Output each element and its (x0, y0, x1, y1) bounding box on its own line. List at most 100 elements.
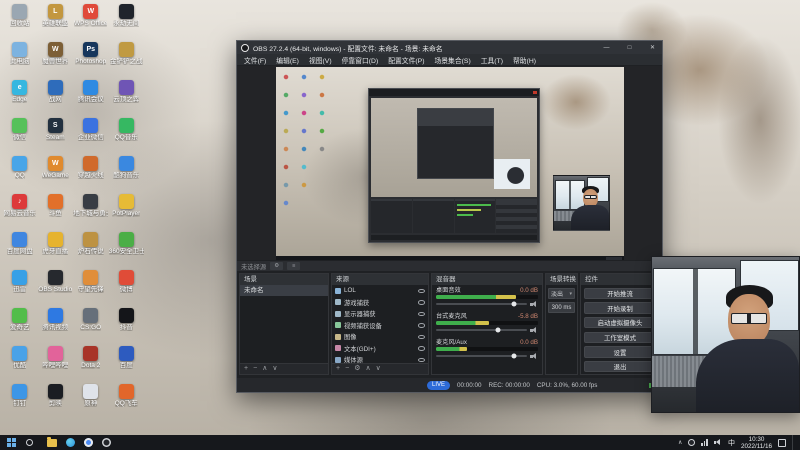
desktop-icon[interactable]: CS:GO (73, 306, 109, 344)
transition-duration[interactable]: 300 ms (548, 302, 575, 313)
search-icon[interactable] (26, 439, 33, 446)
taskbar-clock[interactable]: 10:30 2022/11/16 (741, 436, 772, 450)
desktop-icon[interactable]: 斗鱼 (38, 192, 74, 230)
menu-item[interactable]: 文件(F) (239, 55, 271, 65)
desktop-icon[interactable]: 百度 (109, 344, 145, 382)
desktop-icon[interactable]: QQ (2, 154, 38, 192)
desktop-icon[interactable]: 炉石传说 (73, 230, 109, 268)
start-button[interactable] (7, 438, 16, 447)
desktop-icon[interactable]: 企业微信 (73, 116, 109, 154)
control-button[interactable]: 工作室模式 (584, 331, 656, 344)
desktop-icon[interactable]: 钉钉 (2, 382, 38, 420)
network-icon[interactable] (701, 439, 708, 446)
desktop-icon[interactable]: 永劫无间 (109, 2, 145, 40)
control-button[interactable]: 启动虚拟摄像头 (584, 316, 656, 329)
volume-slider[interactable] (436, 353, 527, 359)
menu-item[interactable]: 帮助(H) (508, 55, 541, 65)
volume-slider[interactable] (436, 327, 527, 333)
sources-toolbar-button[interactable]: − (345, 364, 349, 374)
volume-slider-knob[interactable] (511, 301, 517, 307)
desktop-icon[interactable]: 金铲铲之战 (109, 40, 145, 78)
desktop-icon[interactable]: W WeGame (38, 154, 74, 192)
volume-icon[interactable] (713, 439, 722, 446)
menu-item[interactable]: 配置文件(P) (383, 55, 429, 65)
control-button[interactable]: 开始录制 (584, 302, 656, 314)
control-button[interactable]: 设置 (584, 346, 656, 358)
scene-item[interactable]: 未命名 (240, 285, 328, 296)
visibility-eye-icon[interactable] (418, 288, 425, 293)
source-item[interactable]: LOL (332, 285, 428, 297)
tray-chevron-up-icon[interactable]: ∧ (678, 439, 682, 446)
control-button[interactable]: 退出 (584, 360, 656, 373)
desktop-icon[interactable]: e Edge (2, 78, 38, 116)
preview-webcam-source[interactable] (553, 175, 610, 231)
source-item[interactable]: 媒体源 (332, 354, 428, 363)
desktop-icon[interactable]: 微博 (109, 268, 145, 306)
menu-item[interactable]: 工具(T) (476, 55, 508, 65)
scenes-toolbar-button[interactable]: ∧ (262, 364, 267, 374)
visibility-eye-icon[interactable] (418, 334, 425, 339)
edge-browser-icon[interactable] (66, 438, 75, 447)
desktop-icon[interactable]: 腾讯会议 (73, 78, 109, 116)
control-button[interactable]: 开始推流 (584, 287, 656, 300)
visibility-eye-icon[interactable] (418, 323, 425, 328)
sources-toolbar-button[interactable]: ∨ (376, 364, 381, 374)
show-desktop-button[interactable] (792, 435, 796, 450)
menu-item[interactable]: 编辑(E) (271, 55, 304, 65)
source-item[interactable]: 文本(GDI+) (332, 343, 428, 355)
volume-slider[interactable] (436, 301, 527, 307)
desktop-icon[interactable]: S Steam (38, 116, 74, 154)
desktop-icon[interactable]: OBS Studio (38, 268, 74, 306)
speaker-mute-icon[interactable] (530, 352, 538, 360)
speaker-mute-icon[interactable] (530, 326, 538, 334)
desktop-icon[interactable]: 360安全卫士 (109, 230, 145, 268)
desktop-icon[interactable]: 穿越火线 (73, 154, 109, 192)
desktop-icon[interactable]: 腾讯视频 (38, 306, 74, 344)
source-filters-button[interactable]: ≡ (287, 262, 301, 270)
desktop-icon[interactable]: 原神 (73, 382, 109, 420)
volume-slider-knob[interactable] (495, 327, 501, 333)
desktop-icon[interactable]: 优酷 (2, 344, 38, 382)
obs-titlebar[interactable]: OBS 27.2.4 (64-bit, windows) - 配置文件: 未命名… (237, 41, 662, 54)
desktop-icon[interactable]: L 英雄联盟 (38, 2, 74, 40)
visibility-eye-icon[interactable] (418, 311, 425, 316)
desktop-icon[interactable]: 抖音 (109, 306, 145, 344)
desktop-icon[interactable]: PotPlayer (109, 192, 145, 230)
desktop-icon[interactable]: 此电脑 (2, 40, 38, 78)
desktop-icon[interactable]: W WPS Office (73, 2, 109, 40)
close-button[interactable]: ✕ (643, 41, 662, 54)
source-item[interactable]: 游戏捕获 (332, 297, 428, 309)
source-item[interactable]: 显示器捕获 (332, 308, 428, 320)
desktop-icon[interactable]: 虎牙直播 (38, 230, 74, 268)
visibility-eye-icon[interactable] (418, 346, 425, 351)
menu-item[interactable]: 视图(V) (304, 55, 337, 65)
scenes-toolbar-button[interactable]: − (253, 364, 257, 374)
obs-taskbar-icon[interactable] (102, 438, 111, 447)
desktop-icon[interactable]: 微信 (2, 116, 38, 154)
scenes-toolbar-button[interactable]: ∨ (272, 364, 277, 374)
sources-toolbar-button[interactable]: ⚙ (354, 364, 360, 374)
obs-tray-icon[interactable] (688, 439, 696, 446)
speaker-mute-icon[interactable] (530, 300, 538, 308)
desktop-icon[interactable]: QQ音乐 (109, 116, 145, 154)
ime-indicator[interactable]: 中 (728, 438, 735, 448)
source-item[interactable]: 视频捕获设备 (332, 320, 428, 332)
desktop-icon[interactable]: QQ飞车 (109, 382, 145, 420)
obs-preview-canvas[interactable] (276, 67, 624, 260)
desktop-icon[interactable]: 剪映 (38, 382, 74, 420)
chrome-browser-icon[interactable] (84, 438, 93, 447)
file-explorer-icon[interactable] (47, 436, 57, 447)
volume-slider-knob[interactable] (511, 353, 517, 359)
transition-select[interactable]: 淡出 ▾ (548, 288, 575, 299)
desktop-icon[interactable]: Ps Photoshop (73, 40, 109, 78)
desktop-icon[interactable]: 守望先锋 (73, 268, 109, 306)
desktop-icon[interactable]: 爱奇艺 (2, 306, 38, 344)
desktop-icon[interactable]: 酷狗音乐 (109, 154, 145, 192)
source-item[interactable]: 图像 (332, 331, 428, 343)
menu-item[interactable]: 场景集合(S) (429, 55, 475, 65)
desktop-icon[interactable]: W 魔兽世界 (38, 40, 74, 78)
sources-toolbar-button[interactable]: + (336, 364, 340, 374)
webcam-window[interactable] (651, 256, 800, 413)
menu-item[interactable]: 停靠窗口(D) (337, 55, 384, 65)
desktop-icon[interactable]: 回收站 (2, 2, 38, 40)
